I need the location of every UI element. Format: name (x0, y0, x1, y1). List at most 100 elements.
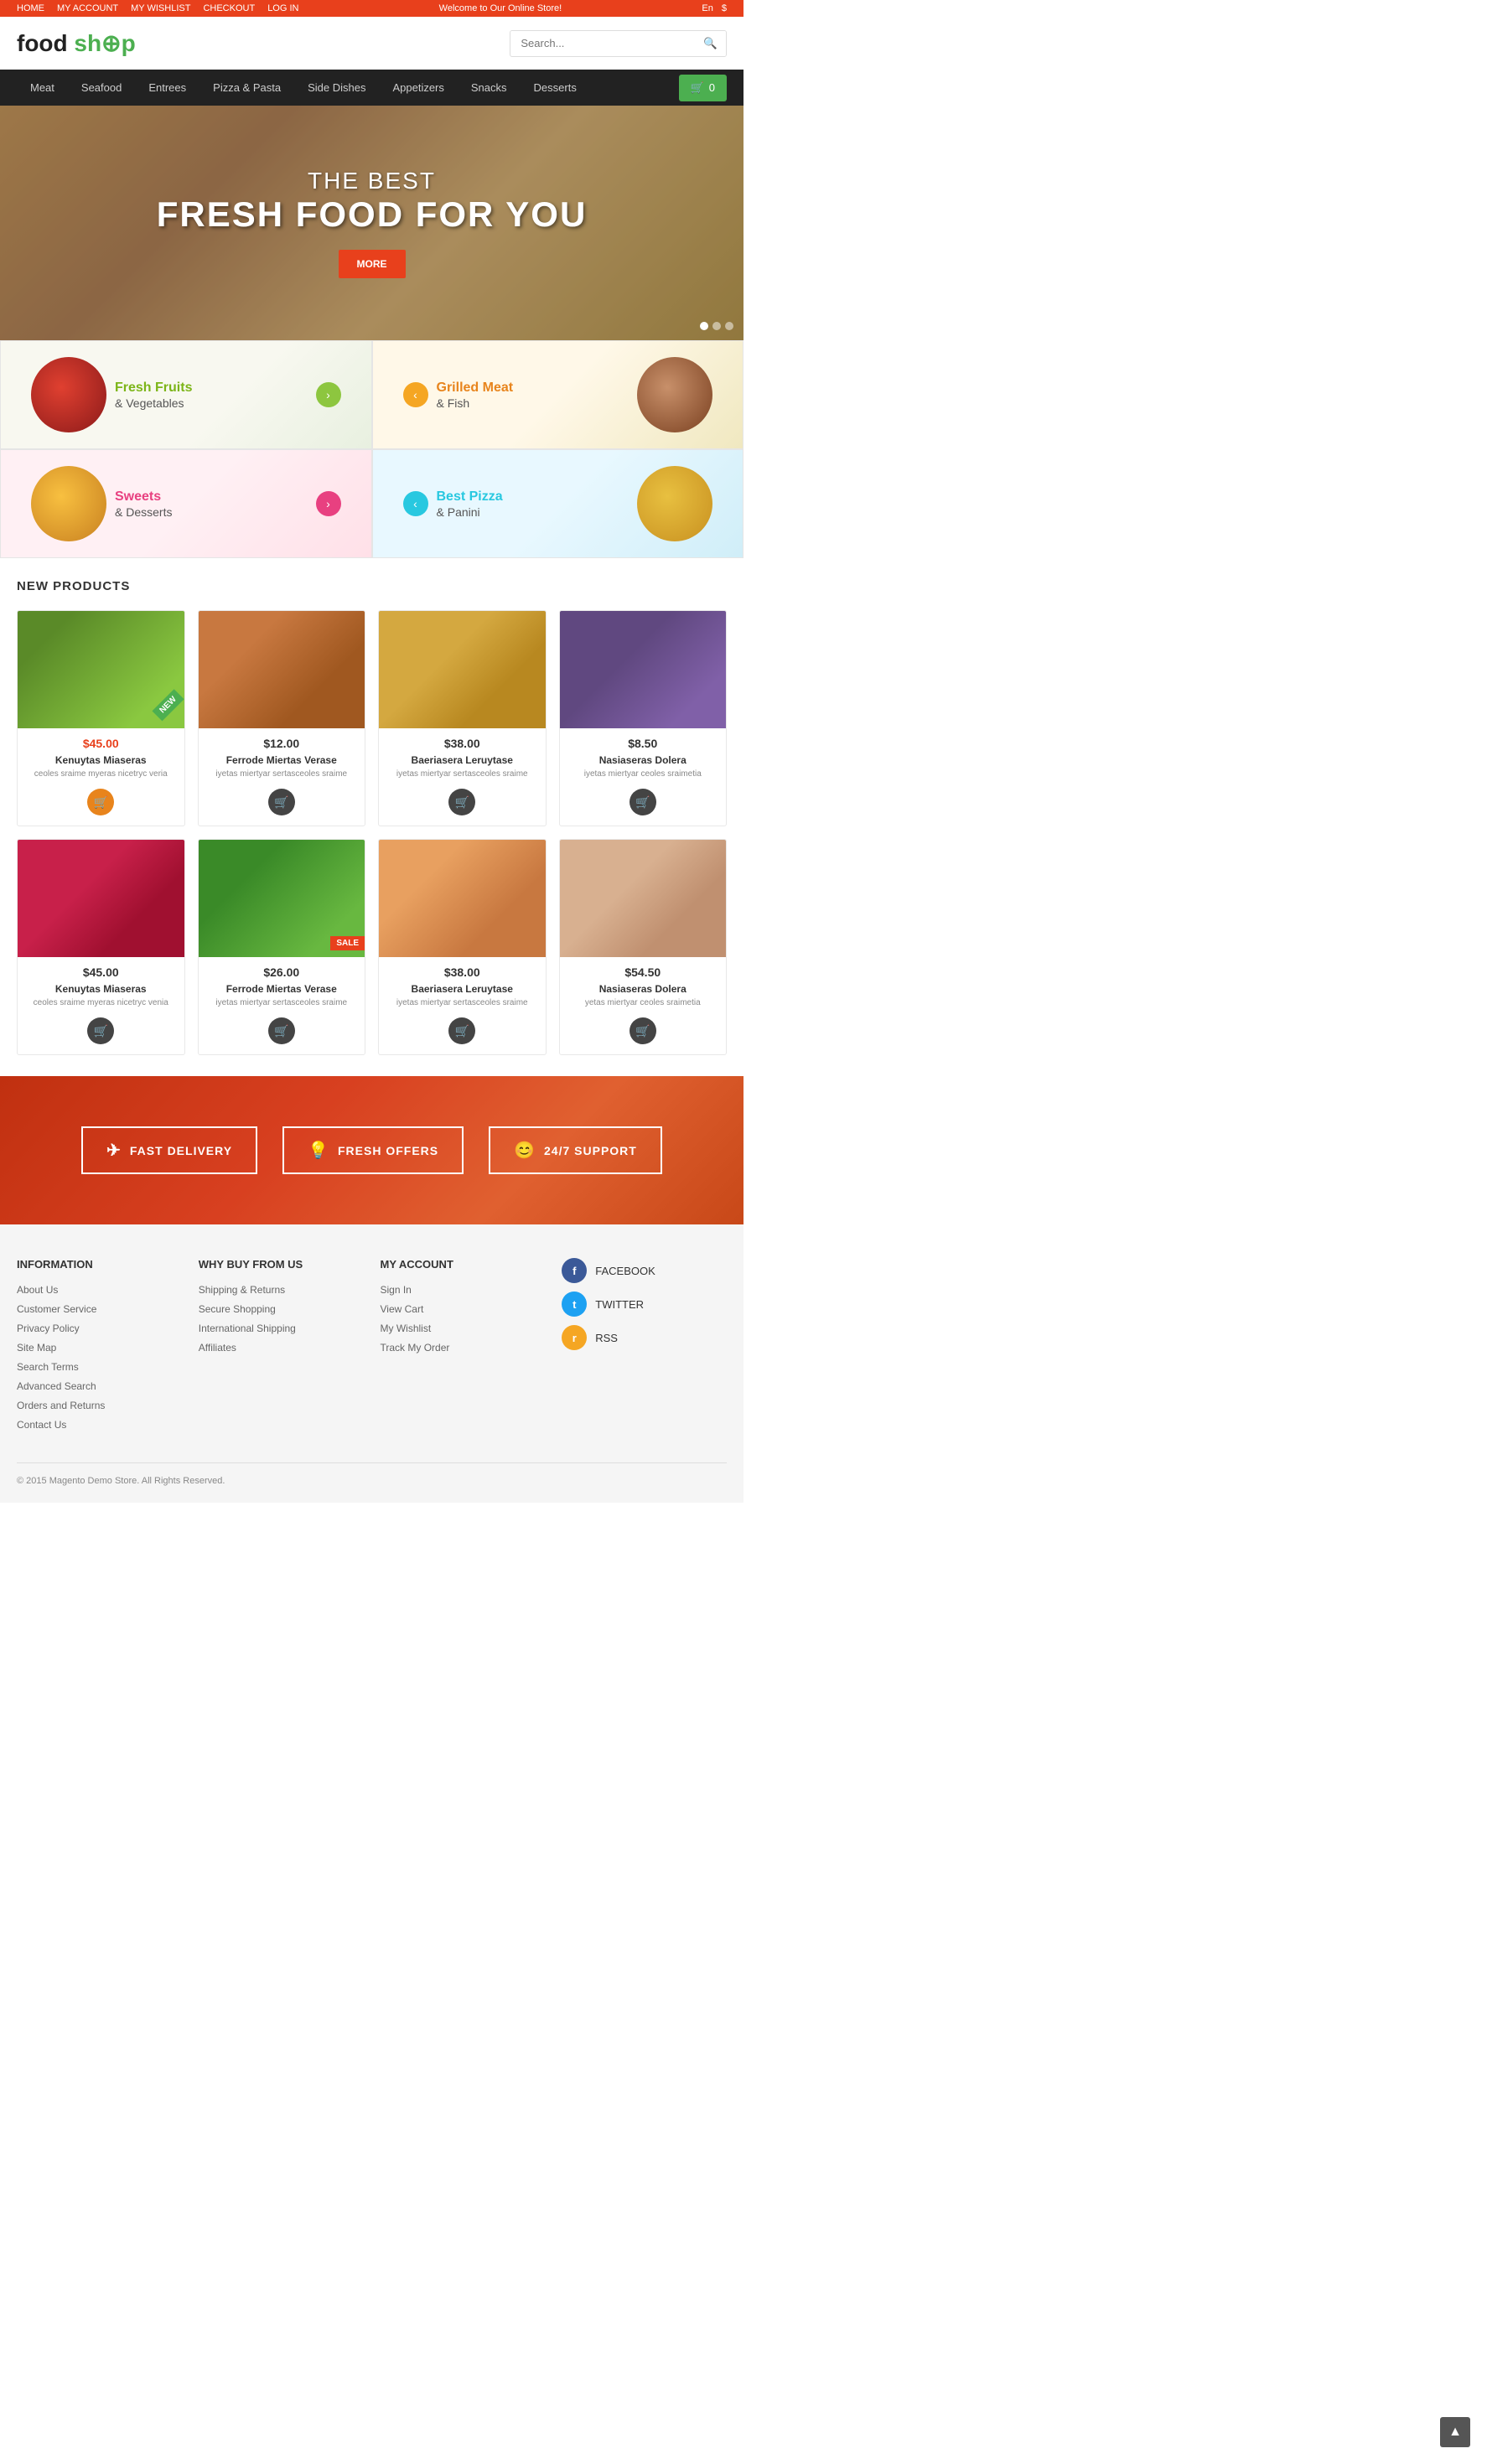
product-desc-7: iyetas miertyar sertasceoles sraime (389, 997, 536, 1009)
footer-link-search-terms[interactable]: Search Terms (17, 1361, 79, 1373)
promo-meat-inner: ‹ Grilled Meat & Fish (390, 354, 727, 436)
scroll-to-top[interactable]: ▲ (1440, 2417, 1470, 2447)
add-to-cart-2[interactable]: 🛒 (268, 789, 295, 815)
footer-link-customer-service[interactable]: Customer Service (17, 1303, 96, 1315)
add-to-cart-6[interactable]: 🛒 (268, 1017, 295, 1044)
top-nav-home[interactable]: HOME (17, 3, 44, 13)
feature-support[interactable]: 😊 24/7 SUPPORT (489, 1126, 662, 1174)
footer-link-wishlist[interactable]: My Wishlist (381, 1323, 432, 1334)
footer-link-orders[interactable]: Orders and Returns (17, 1400, 105, 1411)
product-name-6: Ferrode Miertas Verase (209, 983, 355, 995)
product-name-8: Nasiaseras Dolera (570, 983, 717, 995)
top-nav-login[interactable]: LOG IN (267, 3, 298, 13)
top-bar-right: En $ (702, 3, 727, 13)
nav-seafood[interactable]: Seafood (68, 70, 135, 106)
promo-meat-arrow[interactable]: ‹ (403, 382, 428, 407)
feature-bar: ✈ FAST DELIVERY 💡 FRESH OFFERS 😊 24/7 SU… (0, 1076, 744, 1224)
footer-grid: INFORMATION About Us Customer Service Pr… (17, 1258, 727, 1437)
footer-link-secure[interactable]: Secure Shopping (199, 1303, 276, 1315)
nav-meat[interactable]: Meat (17, 70, 68, 106)
product-image-5 (18, 840, 184, 957)
add-to-cart-5[interactable]: 🛒 (87, 1017, 114, 1044)
promo-meat-title: Grilled Meat (437, 380, 630, 397)
logo[interactable]: food sh⊕p (17, 29, 136, 57)
product-info-2: $12.00 Ferrode Miertas Verase iyetas mie… (199, 728, 365, 826)
promo-pizza-title: Best Pizza (437, 489, 630, 506)
top-bar-links: HOME MY ACCOUNT MY WISHLIST CHECKOUT LOG… (17, 3, 298, 13)
product-desc-6: iyetas miertyar sertasceoles sraime (209, 997, 355, 1009)
social-twitter[interactable]: t TWITTER (562, 1292, 727, 1317)
add-to-cart-7[interactable]: 🛒 (448, 1017, 475, 1044)
footer-link-intl-shipping[interactable]: International Shipping (199, 1323, 296, 1334)
promo-pizza-arrow[interactable]: ‹ (403, 491, 428, 516)
currency-selector[interactable]: $ (722, 3, 727, 13)
promo-fruits-title: Fresh Fruits (115, 380, 308, 397)
product-info-4: $8.50 Nasiaseras Dolera iyetas miertyar … (560, 728, 727, 826)
product-card-4: $8.50 Nasiaseras Dolera iyetas miertyar … (559, 610, 728, 826)
nav-desserts[interactable]: Desserts (521, 70, 590, 106)
footer-link-track-order[interactable]: Track My Order (381, 1342, 450, 1354)
top-nav-checkout[interactable]: CHECKOUT (203, 3, 255, 13)
product-desc-5: ceoles sraime myeras nicetryc venia (28, 997, 174, 1009)
social-rss[interactable]: r RSS (562, 1325, 727, 1350)
hero-title: FRESH FOOD FOR YOU (157, 194, 588, 235)
sweets-image (31, 466, 106, 541)
footer-link-about[interactable]: About Us (17, 1284, 58, 1296)
footer-link-view-cart[interactable]: View Cart (381, 1303, 424, 1315)
add-to-cart-8[interactable]: 🛒 (630, 1017, 656, 1044)
product-card-7: $38.00 Baeriasera Leruytase iyetas miert… (378, 839, 547, 1055)
pizza-image (637, 466, 712, 541)
promo-fruits-arrow[interactable]: › (316, 382, 341, 407)
footer-link-affiliates[interactable]: Affiliates (199, 1342, 236, 1354)
footer-information-links: About Us Customer Service Privacy Policy… (17, 1283, 182, 1431)
nav-snacks[interactable]: Snacks (458, 70, 521, 106)
nav-items: Meat Seafood Entrees Pizza & Pasta Side … (17, 70, 679, 106)
hero-subtitle: THE BEST (157, 168, 588, 194)
product-info-5: $45.00 Kenuytas Miaseras ceoles sraime m… (18, 957, 184, 1054)
promo-meat: ‹ Grilled Meat & Fish (372, 340, 744, 449)
promo-pizza-subtitle: & Panini (437, 505, 630, 519)
search-input[interactable] (510, 31, 695, 55)
add-to-cart-4[interactable]: 🛒 (630, 789, 656, 815)
language-selector[interactable]: En (702, 3, 712, 13)
add-to-cart-3[interactable]: 🛒 (448, 789, 475, 815)
product-card-5: $45.00 Kenuytas Miaseras ceoles sraime m… (17, 839, 185, 1055)
add-to-cart-1[interactable]: 🛒 (87, 789, 114, 815)
top-nav-wishlist[interactable]: MY WISHLIST (131, 3, 190, 13)
cart-icon: 🛒 (691, 81, 704, 95)
product-price-6: $26.00 (209, 965, 355, 979)
search-button[interactable]: 🔍 (695, 31, 726, 56)
nav-entrees[interactable]: Entrees (135, 70, 199, 106)
twitter-label: TWITTER (595, 1298, 644, 1311)
product-name-3: Baeriasera Leruytase (389, 754, 536, 766)
footer-link-contact[interactable]: Contact Us (17, 1419, 66, 1431)
delivery-icon: ✈ (106, 1140, 122, 1161)
dot-1[interactable] (700, 322, 708, 330)
footer-link-sign-in[interactable]: Sign In (381, 1284, 412, 1296)
feature-delivery[interactable]: ✈ FAST DELIVERY (81, 1126, 257, 1174)
nav-side-dishes[interactable]: Side Dishes (294, 70, 379, 106)
rss-label: RSS (595, 1332, 618, 1344)
dot-3[interactable] (725, 322, 733, 330)
hero-more-button[interactable]: MORE (339, 250, 406, 278)
footer-link-shipping[interactable]: Shipping & Returns (199, 1284, 285, 1296)
cart-button[interactable]: 🛒 0 (679, 75, 727, 101)
product-name-4: Nasiaseras Dolera (570, 754, 717, 766)
footer: INFORMATION About Us Customer Service Pr… (0, 1224, 744, 1503)
top-nav-account[interactable]: MY ACCOUNT (57, 3, 118, 13)
social-facebook[interactable]: f FACEBOOK (562, 1258, 727, 1283)
footer-link-privacy[interactable]: Privacy Policy (17, 1323, 80, 1334)
feature-offers[interactable]: 💡 FRESH OFFERS (282, 1126, 464, 1174)
product-info-7: $38.00 Baeriasera Leruytase iyetas miert… (379, 957, 546, 1054)
product-image-2 (199, 611, 365, 728)
product-card-3: $38.00 Baeriasera Leruytase iyetas miert… (378, 610, 547, 826)
logo-food: food (17, 30, 74, 56)
footer-link-advanced-search[interactable]: Advanced Search (17, 1380, 96, 1392)
promo-fruits-text: Fresh Fruits & Vegetables (115, 380, 308, 411)
promo-sweets-arrow[interactable]: › (316, 491, 341, 516)
nav-pizza-pasta[interactable]: Pizza & Pasta (199, 70, 294, 106)
footer-why-buy-links: Shipping & Returns Secure Shopping Inter… (199, 1283, 364, 1354)
nav-appetizers[interactable]: Appetizers (379, 70, 457, 106)
footer-link-sitemap[interactable]: Site Map (17, 1342, 56, 1354)
dot-2[interactable] (712, 322, 721, 330)
